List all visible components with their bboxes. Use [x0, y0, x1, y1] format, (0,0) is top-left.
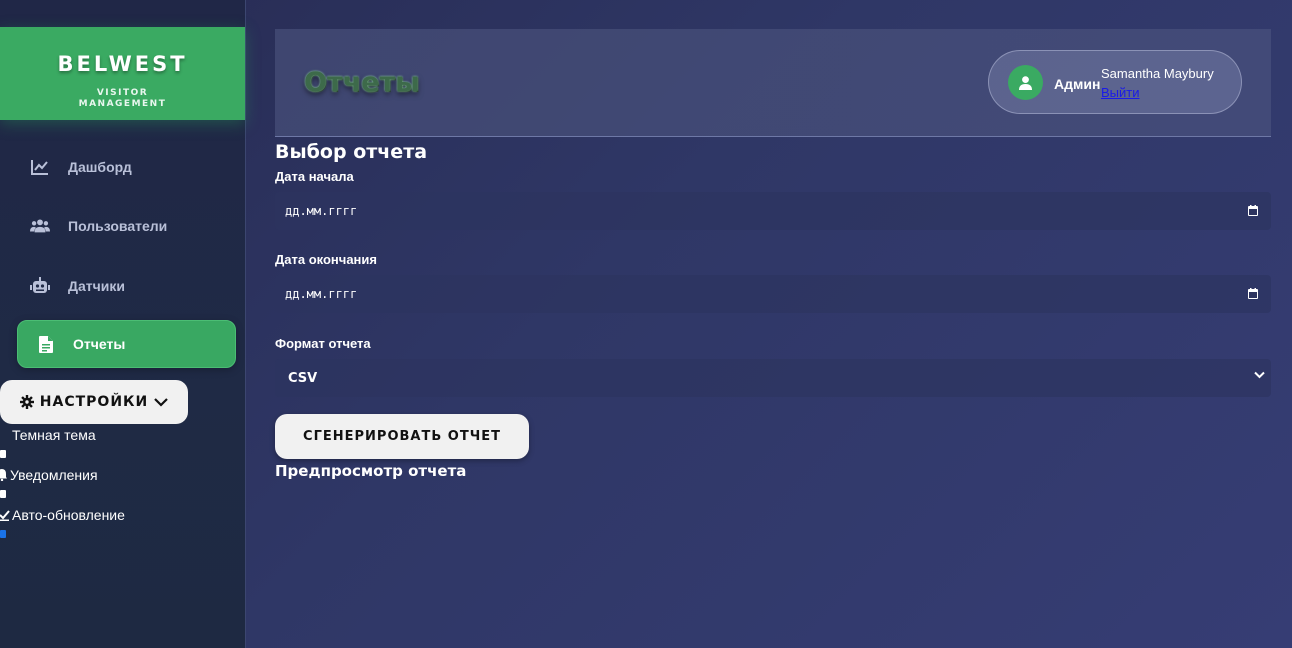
start-date-placeholder: дд.мм.гггг — [285, 204, 358, 218]
format-selected-value: CSV — [288, 370, 318, 386]
generate-report-button[interactable]: СГЕНЕРИРОВАТЬ ОТЧЕТ — [275, 414, 529, 459]
format-label: Формат отчета — [275, 336, 371, 351]
user-icon — [1019, 75, 1032, 90]
end-date-placeholder: дд.мм.гггг — [285, 287, 358, 301]
setting-label: Уведомления — [10, 467, 98, 483]
sidebar-item-label: Отчеты — [73, 336, 126, 352]
brand-logo: BELWEST VISITOR MANAGEMENT — [0, 27, 245, 120]
brand-subtitle: VISITOR MANAGEMENT — [0, 88, 245, 110]
format-select[interactable]: CSV — [275, 359, 1271, 397]
page-title: Отчеты — [304, 67, 420, 98]
calendar-icon[interactable] — [1248, 205, 1258, 216]
setting-notifications: Уведомления — [0, 466, 98, 484]
sidebar-item-users[interactable]: Пользователи — [17, 202, 236, 250]
sidebar-item-reports[interactable]: Отчеты — [17, 320, 236, 368]
sidebar: BELWEST VISITOR MANAGEMENT Дашборд Польз… — [0, 0, 246, 648]
setting-label: Темная тема — [12, 427, 96, 443]
chevron-down-icon — [1254, 371, 1265, 379]
user-role: Админ — [1054, 76, 1101, 92]
file-icon — [36, 334, 56, 354]
gear-icon — [19, 395, 34, 409]
brand-name: BELWEST — [57, 52, 188, 76]
sidebar-item-dashboard[interactable]: Дашборд — [17, 143, 236, 191]
users-icon — [30, 216, 50, 236]
sidebar-item-label: Датчики — [68, 278, 125, 294]
sidebar-item-label: Пользователи — [68, 218, 168, 234]
sidebar-item-sensors[interactable]: Датчики — [17, 262, 236, 310]
robot-icon — [30, 276, 50, 296]
settings-toggle-button[interactable]: НАСТРОЙКИ — [0, 380, 188, 424]
brand-subtitle-line2: MANAGEMENT — [78, 99, 167, 109]
bell-icon — [0, 469, 8, 481]
auto-refresh-checkbox[interactable] — [0, 530, 6, 538]
avatar — [1008, 65, 1043, 100]
calendar-icon[interactable] — [1248, 288, 1258, 299]
start-date-input[interactable]: дд.мм.гггг — [275, 192, 1271, 230]
chart-line-icon — [30, 157, 50, 177]
end-date-input[interactable]: дд.мм.гггг — [275, 275, 1271, 313]
user-profile: Админ Samantha Maybury Выйти — [988, 50, 1242, 114]
chevron-down-icon — [154, 397, 168, 407]
user-name: Samantha Maybury — [1101, 66, 1214, 81]
dark-theme-checkbox[interactable] — [0, 450, 6, 458]
page-header: Отчеты Админ Samantha Maybury Выйти — [275, 29, 1271, 137]
section-title: Выбор отчета — [275, 141, 428, 163]
sidebar-item-label: Дашборд — [68, 159, 132, 175]
setting-label: Авто-обновление — [12, 507, 125, 523]
logout-link[interactable]: Выйти — [1101, 85, 1140, 100]
check-icon — [0, 509, 10, 521]
setting-auto-refresh: Авто-обновление — [0, 506, 125, 524]
moon-icon — [0, 429, 10, 441]
start-date-label: Дата начала — [275, 169, 354, 184]
end-date-label: Дата окончания — [275, 252, 377, 267]
preview-title: Предпросмотр отчета — [275, 462, 467, 480]
brand-subtitle-line1: VISITOR — [96, 88, 149, 98]
setting-dark-theme: Темная тема — [0, 426, 96, 444]
settings-button-label: НАСТРОЙКИ — [39, 394, 149, 410]
notifications-checkbox[interactable] — [0, 490, 6, 498]
